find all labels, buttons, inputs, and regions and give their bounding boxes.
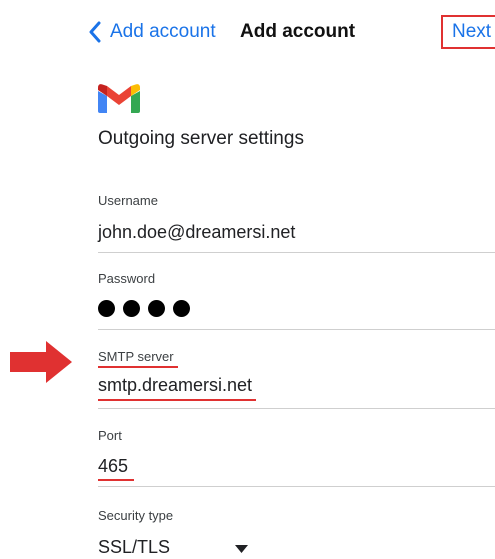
port-label: Port xyxy=(98,428,122,443)
red-arrow-icon xyxy=(10,341,72,383)
chevron-left-icon xyxy=(89,21,101,43)
password-dot xyxy=(98,300,115,317)
password-divider xyxy=(98,329,495,330)
security-type-label: Security type xyxy=(98,508,174,523)
password-dot xyxy=(148,300,165,317)
security-type-select[interactable]: SSL/TLS xyxy=(98,537,170,558)
port-value-underline xyxy=(98,479,134,481)
next-button[interactable]: Next xyxy=(441,15,495,49)
port-field[interactable]: 465 xyxy=(98,456,128,477)
next-button-label: Next xyxy=(452,21,492,42)
username-field[interactable]: john.doe@dreamersi.net xyxy=(98,222,295,243)
back-button[interactable]: Add account xyxy=(88,18,216,46)
port-divider xyxy=(98,486,495,487)
smtp-label-underline xyxy=(98,366,178,368)
screen-title: Outgoing server settings xyxy=(98,128,304,149)
back-button-label: Add account xyxy=(110,21,216,42)
outgoing-server-settings-screen: Add account Add account Next Outgoing se… xyxy=(0,0,495,559)
caret-down-icon[interactable] xyxy=(235,545,248,553)
password-dot xyxy=(173,300,190,317)
password-dot xyxy=(123,300,140,317)
smtp-value-underline xyxy=(98,399,256,401)
smtp-divider xyxy=(98,408,495,409)
password-field[interactable] xyxy=(98,300,190,317)
gmail-logo-icon xyxy=(98,84,140,113)
smtp-server-label: SMTP server xyxy=(98,349,174,364)
nav-title: Add account xyxy=(240,21,356,42)
smtp-server-field[interactable]: smtp.dreamersi.net xyxy=(98,375,252,396)
password-label: Password xyxy=(98,271,156,286)
username-divider xyxy=(98,252,495,253)
username-label: Username xyxy=(98,193,158,208)
